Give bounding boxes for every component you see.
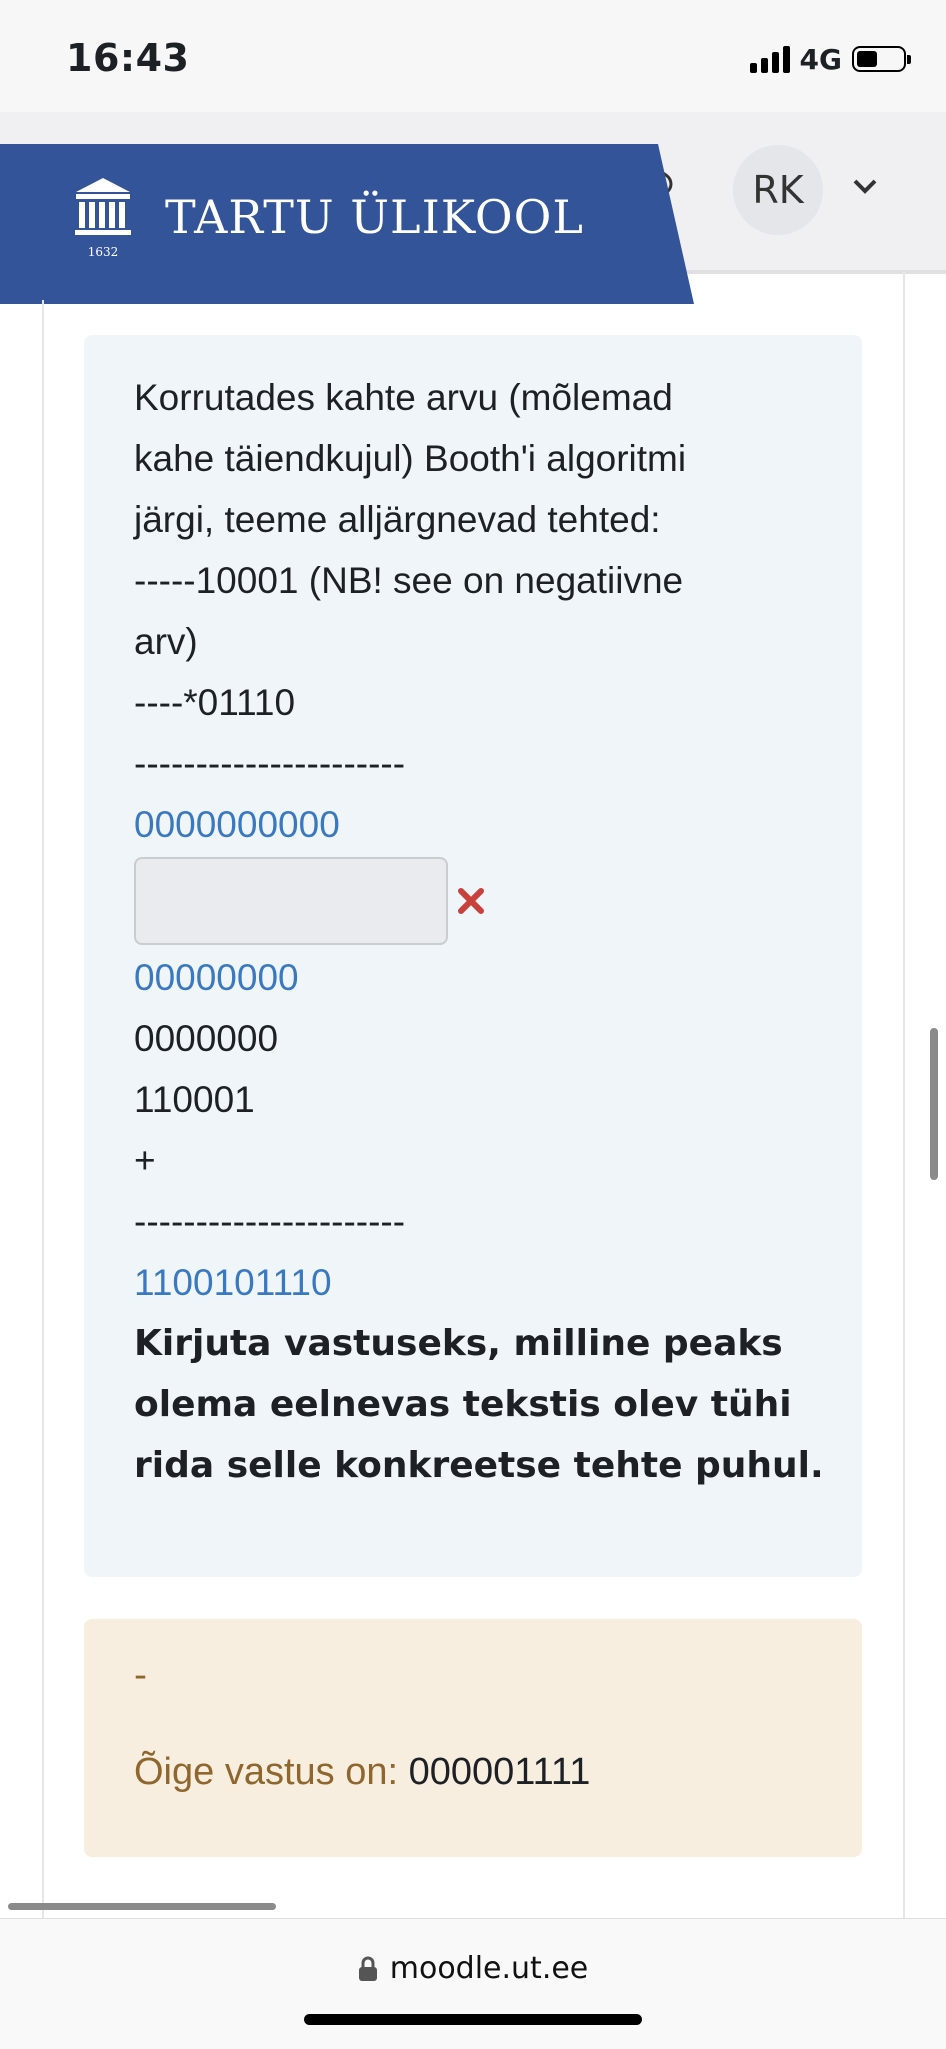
url-text: moodle.ut.ee <box>389 1951 589 1986</box>
incorrect-icon <box>458 888 484 914</box>
answer-input[interactable] <box>134 857 448 945</box>
horizontal-scrollbar[interactable] <box>8 1903 276 1910</box>
question-line: + <box>134 1140 156 1181</box>
question-line-partial-product: 00000000 <box>134 957 299 998</box>
question-line: 0000000 <box>134 1018 279 1059</box>
question-text: Korrutades kahte arvu (mõlemad kahe täie… <box>134 367 834 1496</box>
svg-text:1632: 1632 <box>88 245 119 259</box>
user-menu-chevron-icon[interactable] <box>852 177 878 197</box>
university-logo-icon: 1632 <box>75 178 131 259</box>
status-time: 16:43 <box>66 36 190 80</box>
question-instruction: Kirjuta vastuseks, milline peaks olema e… <box>134 1323 824 1486</box>
status-indicators: 4G <box>749 42 911 76</box>
question-line: ----*01110 <box>134 682 296 723</box>
feedback-box: - Õige vastus on: 000001111 <box>84 1619 862 1857</box>
correct-answer: Õige vastus on: 000001111 <box>134 1751 590 1794</box>
battery-level <box>857 51 877 67</box>
correct-answer-label: Õige vastus on: <box>134 1751 409 1793</box>
vertical-scrollbar[interactable] <box>930 1028 938 1180</box>
question-line-partial-product: 0000000000 <box>134 804 340 845</box>
user-avatar[interactable]: RK <box>733 145 823 235</box>
browser-address-bar[interactable]: moodle.ut.ee <box>0 1918 946 2049</box>
question-line-result: 1100101110 <box>134 1262 332 1303</box>
battery-icon <box>852 46 911 72</box>
question-line: ---------------------- <box>134 743 406 784</box>
lock-icon <box>358 1956 377 1981</box>
question-line: järgi, teeme alljärgnevad tehted: <box>134 499 661 540</box>
question-line: arv) <box>134 621 198 662</box>
content-border-right <box>903 272 905 1922</box>
question-text-box: Korrutades kahte arvu (mõlemad kahe täie… <box>84 335 862 1577</box>
question-line: 110001 <box>134 1079 255 1120</box>
question-line: ---------------------- <box>134 1201 406 1242</box>
question-line: Korrutades kahte arvu (mõlemad <box>134 377 673 418</box>
brand-banner[interactable]: 1632 TARTU ÜLIKOOL <box>0 144 700 304</box>
network-type: 4G <box>799 42 842 76</box>
question-line: kahe täiendkujul) Booth'i algoritmi <box>134 438 687 479</box>
answer-row <box>134 855 834 947</box>
home-indicator[interactable] <box>304 2014 642 2025</box>
status-bar: 16:43 4G <box>0 0 946 112</box>
feedback-text: - <box>134 1655 147 1696</box>
content-border-left <box>42 300 44 1920</box>
url-display[interactable]: moodle.ut.ee <box>0 1951 946 1986</box>
brand-name: TARTU ÜLIKOOL <box>165 190 584 244</box>
question-line: -----10001 (NB! see on negatiivne <box>134 560 684 601</box>
signal-icon <box>749 45 790 73</box>
correct-answer-value: 000001111 <box>408 1751 591 1793</box>
